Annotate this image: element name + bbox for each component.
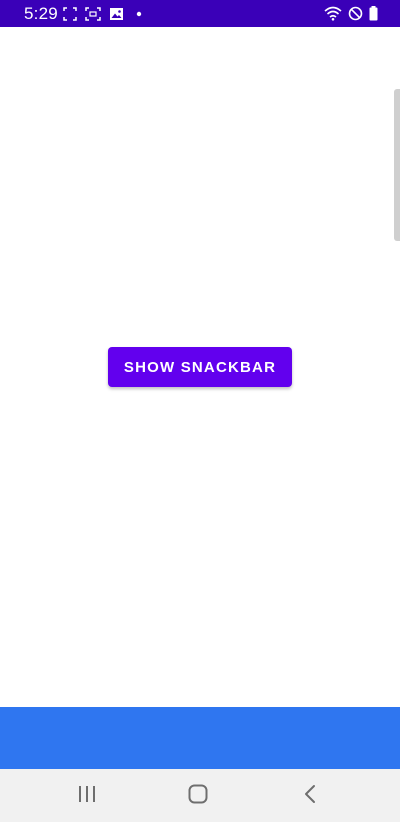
status-time: 5:29 [24, 4, 58, 23]
home-icon [187, 783, 209, 810]
image-icon [109, 7, 124, 21]
screen-record-icon [85, 7, 101, 21]
system-navigation-bar [0, 769, 400, 822]
status-notification-icons [63, 6, 146, 22]
do-not-disturb-icon [348, 6, 363, 21]
battery-icon [369, 6, 378, 21]
app-screen: 5:29 SHOW SNACKBAR [0, 0, 400, 822]
status-system-icons [324, 5, 378, 22]
bottom-bar [0, 707, 400, 769]
status-bar: 5:29 [0, 0, 400, 27]
recents-icon [77, 785, 97, 808]
back-button[interactable] [297, 783, 323, 809]
wifi-icon [324, 6, 342, 21]
scrollbar[interactable] [394, 89, 400, 241]
back-icon [303, 784, 317, 809]
home-button[interactable] [185, 783, 211, 809]
show-snackbar-button[interactable]: SHOW SNACKBAR [108, 347, 292, 387]
screenshot-frame-icon [63, 7, 77, 21]
main-content: SHOW SNACKBAR [0, 27, 400, 707]
notification-dot-icon [132, 7, 146, 21]
recents-button[interactable] [74, 783, 100, 809]
